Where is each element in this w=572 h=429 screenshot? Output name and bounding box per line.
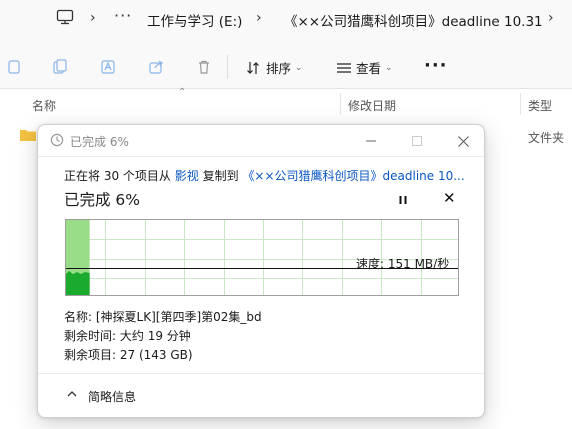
time-remaining-value: 大约 19 分钟 <box>119 329 191 343</box>
chevron-up-icon[interactable] <box>66 388 78 400</box>
view-button[interactable]: 查看 ⌄ <box>336 58 393 77</box>
current-file-row: 名称: [神探夏LK][第四季]第02集_bd <box>64 308 262 325</box>
source-folder-link[interactable]: 影视 <box>175 169 199 183</box>
more-options-button[interactable]: ··· <box>424 55 448 76</box>
close-icon <box>457 135 469 147</box>
column-header-modified[interactable]: 修改日期 <box>348 97 396 114</box>
items-remaining-value: 27 (143 GB) <box>119 348 193 362</box>
copy-description: 正在将 30 个项目从 影视 复制到 《××公司猎鹰科创项目》deadline … <box>64 167 484 184</box>
minimize-button[interactable] <box>348 125 394 157</box>
share-icon[interactable] <box>148 59 164 75</box>
copy-prefix: 正在将 30 个项目从 <box>64 169 171 183</box>
sort-button[interactable]: 排序 ⌄ <box>246 58 303 77</box>
sort-label: 排序 <box>266 61 292 76</box>
items-remaining-label: 剩余项目: <box>64 348 117 362</box>
view-icon <box>337 62 351 73</box>
pause-icon[interactable] <box>396 193 410 207</box>
breadcrumb-folder[interactable]: 《××公司猎鹰科创项目》deadline 10.31 <box>284 10 543 30</box>
folder-icon[interactable] <box>20 129 36 141</box>
chevron-right-icon[interactable]: › <box>256 10 262 26</box>
minimize-icon <box>366 140 376 142</box>
maximize-button <box>394 125 440 157</box>
chevron-down-icon: ⌄ <box>295 62 303 73</box>
copy-mid: 复制到 <box>202 169 239 183</box>
cut-icon[interactable] <box>6 59 22 75</box>
cancel-copy-button[interactable]: ✕ <box>443 189 456 207</box>
current-file-name: [神探夏LK][第四季]第02集_bd <box>95 310 262 324</box>
close-window-button[interactable] <box>440 125 484 157</box>
dialog-footer: 简略信息 <box>38 373 484 417</box>
progress-icon <box>50 133 64 147</box>
column-divider[interactable] <box>340 93 341 115</box>
view-label: 查看 <box>356 61 382 76</box>
breadcrumb-drive[interactable]: 工作与学习 (E:) <box>147 10 242 30</box>
chevron-right-icon[interactable]: › <box>90 10 96 26</box>
toolbar-divider <box>227 55 228 79</box>
column-header-name[interactable]: 名称 <box>32 97 56 114</box>
address-bar: › ··· 工作与学习 (E:) › 《××公司猎鹰科创项目》deadline … <box>0 0 572 37</box>
chevron-down-icon: ⌄ <box>385 62 393 73</box>
breadcrumb-overflow-button[interactable]: ··· <box>114 6 132 25</box>
sort-icon <box>247 61 259 74</box>
rename-icon[interactable] <box>100 59 116 75</box>
time-remaining-label: 剩余时间: <box>64 329 117 343</box>
items-remaining-row: 剩余项目: 27 (143 GB) <box>64 346 193 363</box>
time-remaining-row: 剩余时间: 大约 19 分钟 <box>64 327 191 344</box>
column-header-type[interactable]: 类型 <box>528 97 552 114</box>
copy-icon[interactable] <box>52 59 68 75</box>
destination-folder-link[interactable]: 《××公司猎鹰科创项目》deadline 10... <box>242 169 464 183</box>
chevron-right-icon[interactable]: › <box>548 10 554 26</box>
maximize-icon <box>412 136 422 146</box>
transfer-speed: 速度: 151 MB/秒 <box>356 257 450 271</box>
graph-speed-area <box>66 271 90 295</box>
delete-icon[interactable] <box>196 59 212 75</box>
percent-complete: 已完成 6% <box>64 191 141 209</box>
dialog-title: 已完成 6% <box>70 135 129 149</box>
command-bar: 排序 ⌄ 查看 ⌄ ··· <box>0 37 572 89</box>
this-pc-icon[interactable] <box>56 9 74 25</box>
dialog-titlebar: 已完成 6% <box>38 125 484 157</box>
copy-progress-dialog: 已完成 6% 正在将 30 个项目从 影视 复制到 《××公司猎鹰科创项目》de… <box>37 124 485 418</box>
file-type-cell: 文件夹 <box>528 131 565 145</box>
column-divider[interactable] <box>520 93 521 115</box>
sort-ascending-icon: ⌃ <box>178 87 187 98</box>
name-label: 名称: <box>64 310 93 324</box>
fewer-details-toggle[interactable]: 简略信息 <box>88 388 136 405</box>
